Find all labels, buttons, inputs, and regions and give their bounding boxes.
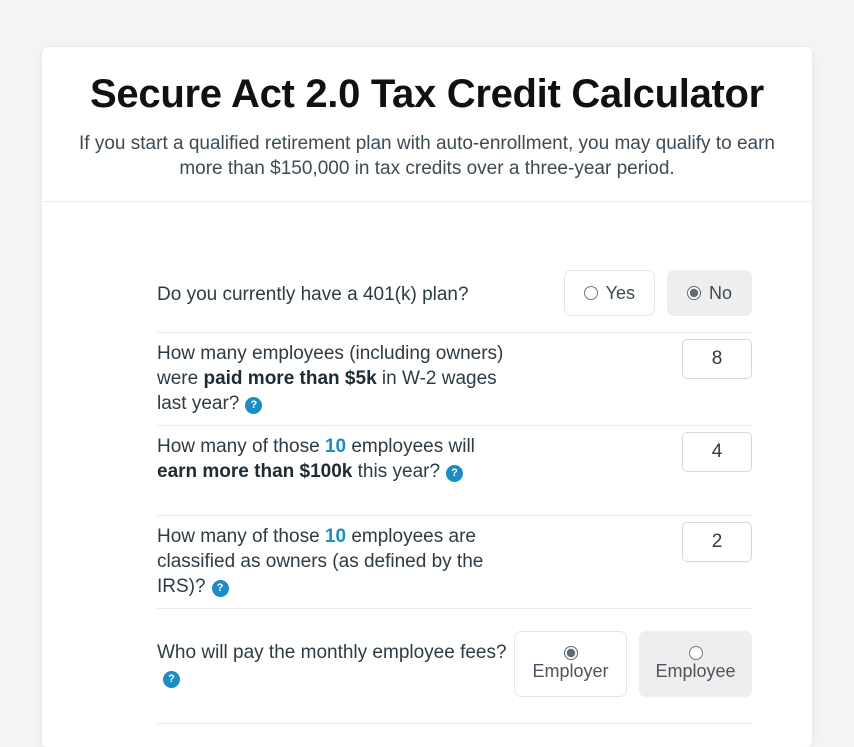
question-label-employees-paid-5k: How many employees (including owners) we… (157, 339, 507, 416)
question-label-employees-owners: How many of those 10 employees are class… (157, 522, 507, 599)
radio-input-no[interactable] (686, 286, 701, 300)
page-subtitle: If you start a qualified retirement plan… (79, 133, 775, 179)
radio-label-no: No (708, 282, 732, 303)
question-text-part: Who will pay the monthly employee fees? (157, 642, 507, 663)
help-icon[interactable]: ? (211, 580, 229, 597)
control-group-has-401k: Yes No (563, 270, 752, 316)
radio-label-employer: Employer (532, 661, 609, 681)
questions-form: Do you currently have a 401(k) plan? Yes N… (42, 202, 812, 724)
card-header: Secure Act 2.0 Tax Credit Calculator If … (42, 47, 812, 202)
help-icon[interactable]: ? (446, 465, 464, 482)
radio-input-employer[interactable] (563, 646, 578, 660)
help-icon[interactable]: ? (245, 397, 263, 414)
question-text-part: employees will (346, 436, 475, 457)
number-input-employees-owners[interactable] (682, 522, 752, 562)
radio-input-yes[interactable] (583, 286, 598, 300)
question-row-has-401k: Do you currently have a 401(k) plan? Yes N… (157, 264, 752, 333)
question-emphasis: earn more than $100k (157, 461, 353, 482)
control-group-employees-earn-100k (682, 432, 752, 472)
question-highlight-value: 10 (324, 436, 347, 457)
page-title: Secure Act 2.0 Tax Credit Calculator (90, 72, 764, 116)
question-row-employees-owners: How many of those 10 employees are class… (157, 516, 752, 609)
radio-label-employee: Employee (655, 661, 736, 681)
question-row-employees-earn-100k: How many of those 10 employees will earn… (157, 426, 752, 516)
radio-option-employer[interactable]: Employer (514, 631, 627, 697)
question-text-part: this year? (352, 461, 441, 482)
control-group-employees-paid-5k (682, 339, 752, 379)
question-text-part: How many of those (157, 526, 325, 547)
control-group-who-pays-fees: Employer Employee (514, 631, 752, 697)
number-input-employees-earn-100k[interactable] (682, 432, 752, 472)
radio-option-no[interactable]: No (666, 270, 752, 316)
control-group-employees-owners (682, 522, 752, 562)
question-text-part: Do you currently have a 401(k) plan? (157, 283, 469, 305)
question-highlight-value: 10 (324, 526, 347, 547)
question-row-who-pays-fees: Who will pay the monthly employee fees??… (157, 609, 752, 724)
calculator-card: Secure Act 2.0 Tax Credit Calculator If … (42, 47, 812, 747)
radio-option-employee[interactable]: Employee (639, 631, 752, 697)
question-text-part: How many of those (157, 436, 325, 457)
number-input-employees-paid-5k[interactable] (682, 339, 752, 379)
question-label-employees-earn-100k: How many of those 10 employees will earn… (157, 432, 507, 484)
question-label-has-401k: Do you currently have a 401(k) plan? (157, 280, 469, 307)
question-row-employees-paid-5k: How many employees (including owners) we… (157, 333, 752, 426)
radio-option-yes[interactable]: Yes (563, 270, 655, 316)
radio-input-employee[interactable] (688, 646, 703, 660)
question-label-who-pays-fees: Who will pay the monthly employee fees?? (157, 638, 507, 690)
radio-label-yes: Yes (605, 282, 635, 303)
question-emphasis: paid more than $5k (203, 368, 377, 389)
help-icon[interactable]: ? (163, 671, 180, 688)
